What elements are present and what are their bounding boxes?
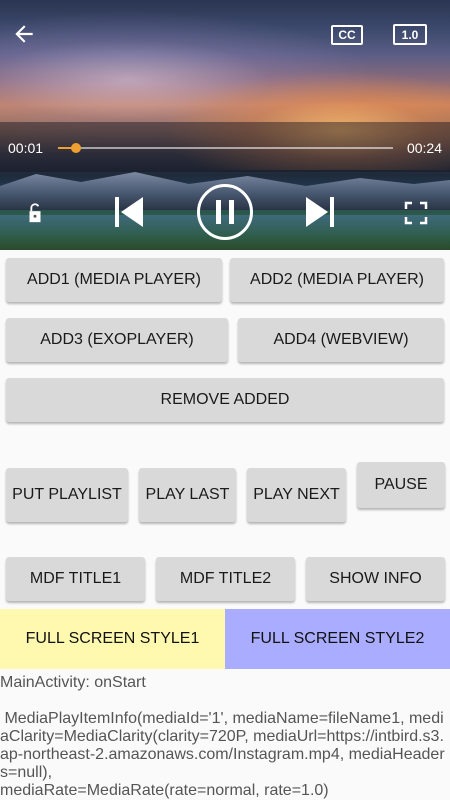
play-last-button[interactable]: PLAY LAST xyxy=(139,468,236,522)
add3-exoplayer-button[interactable]: ADD3 (EXOPLAYER) xyxy=(6,318,228,362)
mdf-title1-button[interactable]: MDF TITLE1 xyxy=(6,557,145,601)
add4-webview-button[interactable]: ADD4 (WEBVIEW) xyxy=(238,318,444,362)
log-output: MainActivity: onStart MediaPlayItemInfo(… xyxy=(0,674,450,800)
lock-open-icon[interactable] xyxy=(24,202,46,224)
add2-media-player-button[interactable]: ADD2 (MEDIA PLAYER) xyxy=(230,258,444,302)
pause-icon[interactable] xyxy=(197,184,253,240)
log-line-media-rate: mediaRate=MediaRate(rate=normal, rate=1.… xyxy=(0,782,329,799)
back-arrow-icon[interactable] xyxy=(8,18,40,50)
cc-icon[interactable]: CC xyxy=(331,25,363,45)
fullscreen-icon[interactable] xyxy=(403,200,429,226)
video-player[interactable]: CC 1.0 00:01 00:24 xyxy=(0,0,450,250)
full-screen-style1-button[interactable]: FULL SCREEN STYLE1 xyxy=(0,609,225,669)
playback-speed-icon[interactable]: 1.0 xyxy=(393,24,427,45)
remove-added-button[interactable]: REMOVE ADDED xyxy=(6,378,444,422)
mdf-title2-button[interactable]: MDF TITLE2 xyxy=(156,557,295,601)
log-line-media-info: MediaPlayItemInfo(mediaId='1', mediaName… xyxy=(0,710,445,781)
full-screen-style2-button[interactable]: FULL SCREEN STYLE2 xyxy=(225,609,450,669)
add1-media-player-button[interactable]: ADD1 (MEDIA PLAYER) xyxy=(6,258,222,302)
put-playlist-button[interactable]: PUT PLAYLIST xyxy=(6,468,128,522)
log-line-onstart: MainActivity: onStart xyxy=(0,674,146,691)
play-next-button[interactable]: PLAY NEXT xyxy=(247,468,346,522)
current-time: 00:01 xyxy=(8,140,44,156)
show-info-button[interactable]: SHOW INFO xyxy=(306,557,445,601)
skip-previous-icon[interactable] xyxy=(112,194,146,230)
cc-label: CC xyxy=(338,28,356,42)
total-time: 00:24 xyxy=(406,140,442,156)
playback-speed-label: 1.0 xyxy=(401,27,419,42)
pause-button[interactable]: PAUSE xyxy=(357,462,445,508)
seek-bar[interactable] xyxy=(58,143,393,153)
skip-next-icon[interactable] xyxy=(303,194,337,230)
